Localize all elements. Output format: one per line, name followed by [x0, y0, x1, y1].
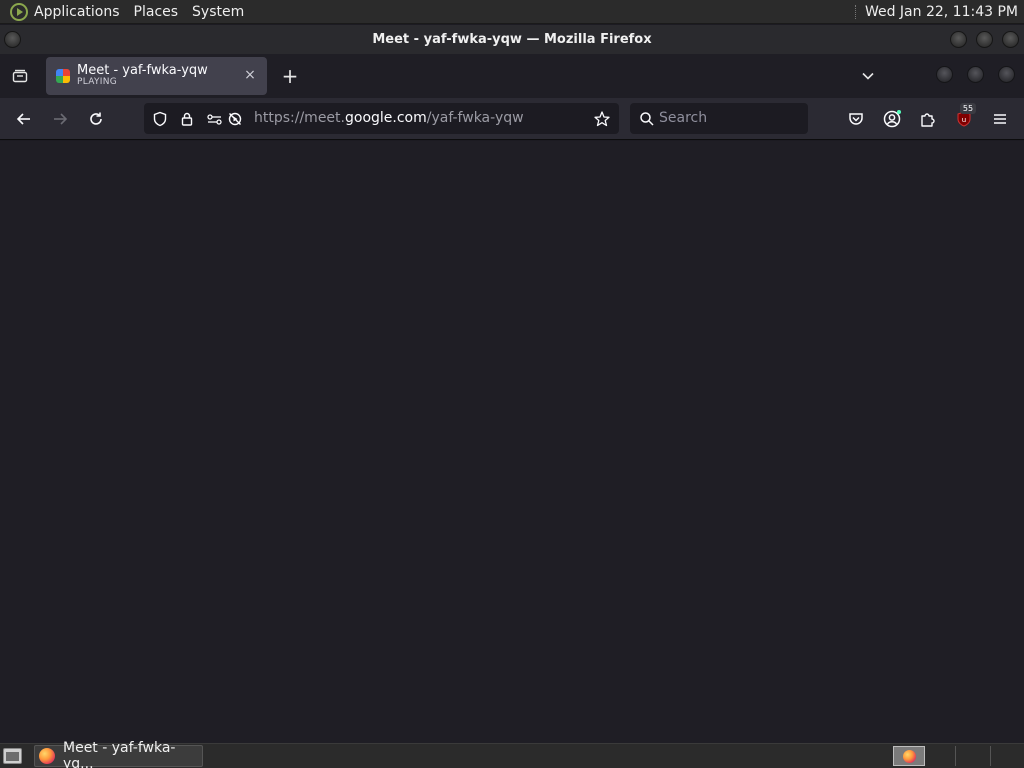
- close-tab-icon[interactable]: ×: [242, 67, 258, 83]
- tracking-protection-shield-icon[interactable]: [151, 110, 169, 128]
- clock[interactable]: Wed Jan 22, 11:43 PM: [865, 4, 1018, 20]
- back-arrow-icon: [16, 113, 30, 125]
- chevron-down-icon: [862, 72, 874, 80]
- svg-text:u: u: [962, 116, 966, 124]
- firefox-icon: [39, 748, 55, 764]
- app-menu-button[interactable]: [988, 107, 1012, 131]
- taskbar-window-firefox[interactable]: Meet - yaf-fwka-yq...: [34, 740, 203, 768]
- window-control-circle[interactable]: [967, 66, 984, 83]
- lock-icon[interactable]: [178, 110, 196, 128]
- reload-button[interactable]: [84, 107, 108, 131]
- extensions-button[interactable]: [916, 107, 940, 131]
- search-input[interactable]: Search: [659, 110, 707, 126]
- maximize-button[interactable]: [976, 31, 993, 48]
- navigation-toolbar: https://meet.google.com/yaf-fwka-yqw Sea…: [0, 98, 1024, 140]
- search-bar[interactable]: Search: [630, 103, 808, 134]
- top-panel: Applications Places System Wed Jan 22, 1…: [0, 0, 1024, 24]
- url-bar[interactable]: https://meet.google.com/yaf-fwka-yqw: [144, 103, 619, 134]
- puzzle-piece-icon: [921, 113, 935, 127]
- reload-icon: [90, 112, 102, 125]
- search-icon: [638, 110, 656, 128]
- window-control-circle[interactable]: [936, 66, 953, 83]
- extension-badge-count: 55: [960, 103, 976, 114]
- pocket-button[interactable]: [844, 107, 868, 131]
- places-menu[interactable]: Places: [134, 4, 179, 20]
- hamburger-menu-icon: [994, 114, 1006, 124]
- applications-menu-icon[interactable]: [10, 2, 28, 21]
- taskbar-window-label: Meet - yaf-fwka-yq...: [63, 740, 176, 768]
- new-tab-button[interactable]: +: [278, 64, 302, 88]
- firefox-view-icon: [12, 69, 28, 83]
- window-menu-button[interactable]: [4, 31, 21, 48]
- window-title: Meet - yaf-fwka-yqw — Mozilla Firefox: [372, 32, 652, 47]
- autoplay-blocked-icon[interactable]: [226, 110, 244, 128]
- system-menu[interactable]: System: [192, 4, 244, 20]
- tab-meet[interactable]: Meet - yaf-fwka-yqw PLAYING ×: [46, 57, 267, 95]
- url-domain: google.com: [345, 110, 427, 126]
- tab-title: Meet - yaf-fwka-yqw: [77, 62, 208, 78]
- account-icon: [883, 110, 901, 128]
- page-content[interactable]: [0, 141, 1024, 743]
- workspace-divider: [990, 746, 991, 766]
- firefox-view-button[interactable]: [0, 54, 40, 98]
- list-all-tabs-button[interactable]: [858, 66, 878, 86]
- back-button[interactable]: [12, 107, 36, 131]
- account-button[interactable]: [880, 107, 904, 131]
- google-meet-favicon-icon: [56, 69, 70, 83]
- window-control-circle[interactable]: [998, 66, 1015, 83]
- screen: Applications Places System Wed Jan 22, 1…: [0, 0, 1024, 768]
- permissions-icon[interactable]: [206, 110, 224, 128]
- url-prefix: https://meet.: [254, 110, 345, 126]
- show-desktop-icon[interactable]: [3, 748, 22, 764]
- applications-menu[interactable]: Applications: [34, 4, 120, 20]
- pocket-icon: [849, 113, 863, 125]
- url-path: /yaf-fwka-yqw: [426, 110, 524, 126]
- forward-arrow-icon: [54, 113, 68, 125]
- workspace-divider: [955, 746, 956, 766]
- tab-strip: Meet - yaf-fwka-yqw PLAYING × +: [0, 54, 1024, 98]
- close-window-button[interactable]: [1002, 31, 1019, 48]
- url-text[interactable]: https://meet.google.com/yaf-fwka-yqw: [254, 110, 524, 126]
- panel-separator: [854, 4, 857, 19]
- bottom-taskbar: Meet - yaf-fwka-yq...: [0, 740, 1024, 768]
- bookmark-star-icon[interactable]: [593, 110, 611, 128]
- minimize-button[interactable]: [950, 31, 967, 48]
- workspace-switcher-active[interactable]: [893, 746, 925, 766]
- firefox-icon: [902, 749, 916, 763]
- window-titlebar[interactable]: Meet - yaf-fwka-yqw — Mozilla Firefox: [0, 25, 1024, 54]
- tab-playing-label[interactable]: PLAYING: [77, 77, 208, 88]
- forward-button[interactable]: [48, 107, 72, 131]
